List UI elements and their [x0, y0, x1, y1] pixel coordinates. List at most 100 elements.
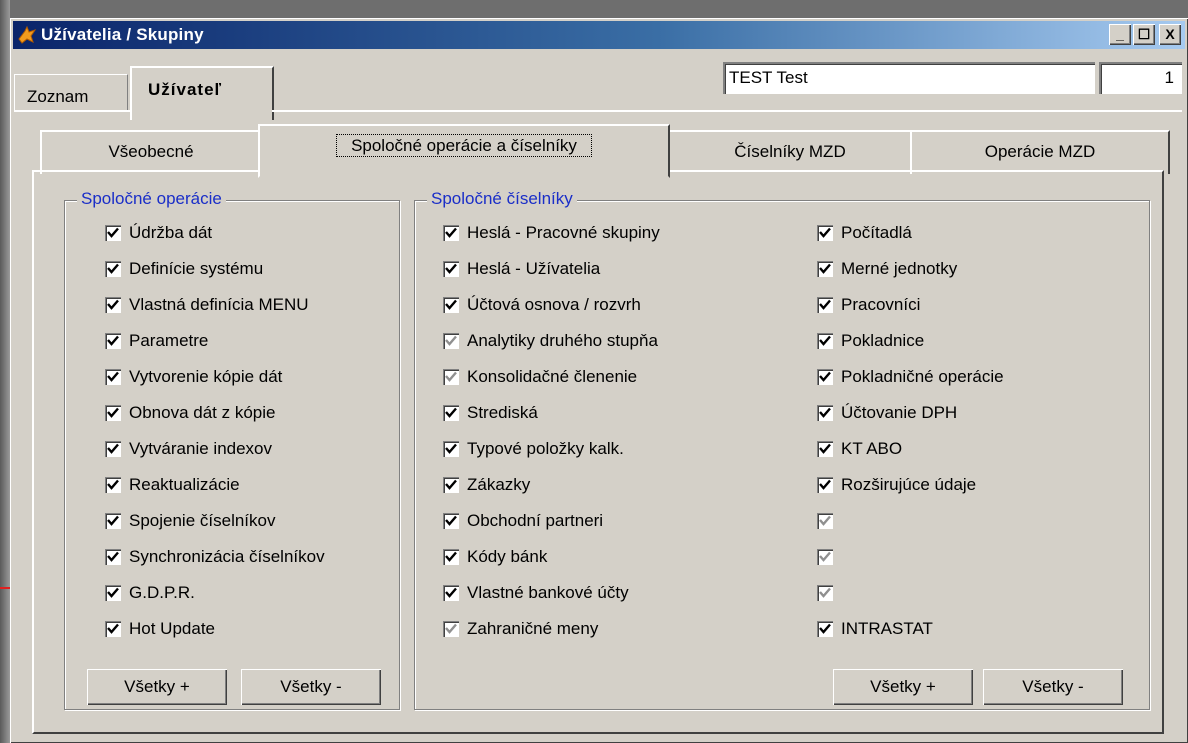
tab-operacie-mzd[interactable]: Operácie MZD	[910, 130, 1170, 174]
checkmark-icon	[819, 551, 831, 562]
checkmark-icon	[819, 515, 831, 526]
tab-spolocne-operacie-ciselniky[interactable]: Spoločné operácie a číselníky	[258, 124, 670, 178]
ciselniky-select-all-button[interactable]: Všetky +	[833, 669, 973, 705]
checkbox-label: Vytváranie indexov	[129, 439, 273, 458]
checkbox[interactable]	[817, 297, 833, 313]
checkmark-icon	[819, 299, 831, 310]
checkbox[interactable]	[443, 549, 459, 565]
checkbox[interactable]	[105, 621, 121, 637]
checkbox-label: Spojenie číselníkov	[129, 511, 276, 530]
checkbox[interactable]	[443, 369, 459, 385]
tab-vseobecne[interactable]: Všeobecné	[40, 130, 262, 174]
tab-ciselniky-mzd-label: Číselníky MZD	[734, 142, 846, 161]
close-button[interactable]: X	[1159, 24, 1181, 45]
tab-uzivatel[interactable]: Užívateľ	[130, 66, 274, 120]
checkmark-icon	[107, 263, 119, 274]
checkbox[interactable]	[817, 477, 833, 493]
checkmark-icon	[445, 371, 457, 382]
checkbox[interactable]	[105, 225, 121, 241]
operacie-select-all-button[interactable]: Všetky +	[87, 669, 227, 705]
checkbox-label: Zákazky	[467, 475, 531, 494]
checkmark-icon	[107, 407, 119, 418]
checkmark-icon	[819, 479, 831, 490]
checkbox[interactable]	[817, 369, 833, 385]
checkbox[interactable]	[105, 369, 121, 385]
checkmark-icon	[107, 335, 119, 346]
tab-operacie-mzd-label: Operácie MZD	[984, 142, 1096, 161]
checkbox-label: Merné jednotky	[841, 259, 958, 278]
minimize-icon: _	[1116, 26, 1124, 42]
checkbox[interactable]	[443, 297, 459, 313]
checkbox[interactable]	[443, 225, 459, 241]
checkmark-icon	[445, 407, 457, 418]
checkbox[interactable]	[443, 585, 459, 601]
checkmark-icon	[107, 371, 119, 382]
checkbox-label: Strediská	[467, 403, 538, 422]
user-number-value: 1	[1164, 68, 1174, 87]
checkmark-icon	[445, 551, 457, 562]
checkbox[interactable]	[817, 225, 833, 241]
checkbox-label: Obnova dát z kópie	[129, 403, 276, 422]
group-spolocne-operacie-title: Spoločné operácie	[77, 189, 226, 209]
checkbox-label: INTRASTAT	[841, 619, 933, 638]
minimize-button[interactable]: _	[1109, 24, 1131, 45]
checkmark-icon	[819, 407, 831, 418]
checkbox-label: Účtová osnova / rozvrh	[467, 295, 641, 314]
user-number-field[interactable]: 1	[1099, 62, 1182, 94]
checkbox[interactable]	[817, 585, 833, 601]
checkbox[interactable]	[443, 405, 459, 421]
checkbox-label: Účtovanie DPH	[841, 403, 958, 422]
checkbox[interactable]	[817, 261, 833, 277]
checkbox[interactable]	[105, 477, 121, 493]
ciselniky-select-all-label: Všetky +	[870, 677, 936, 696]
checkbox-label: Reaktualizácie	[129, 475, 240, 494]
checkmark-icon	[445, 299, 457, 310]
ciselniky-deselect-all-label: Všetky -	[1022, 677, 1084, 696]
checkbox-label: KT ABO	[841, 439, 903, 458]
checkbox-label: Heslá - Pracovné skupiny	[467, 223, 660, 242]
checkbox[interactable]	[817, 513, 833, 529]
checkbox[interactable]	[443, 261, 459, 277]
checkbox-label: Vlastná definícia MENU	[129, 295, 309, 314]
checkbox[interactable]	[443, 441, 459, 457]
checkbox[interactable]	[105, 261, 121, 277]
checkbox[interactable]	[817, 549, 833, 565]
checkbox-label: Pracovníci	[841, 295, 921, 314]
checkbox-label: Analytiky druhého stupňa	[467, 331, 658, 350]
tab-ciselniky-mzd[interactable]: Číselníky MZD	[666, 130, 914, 174]
checkbox[interactable]	[105, 297, 121, 313]
checkbox-label: Konsolidačné členenie	[467, 367, 638, 386]
checkmark-icon	[819, 443, 831, 454]
operacie-select-all-label: Všetky +	[124, 677, 190, 696]
checkbox-label: Pokladničné operácie	[841, 367, 1004, 386]
checkmark-icon	[445, 515, 457, 526]
checkbox-label: G.D.P.R.	[129, 583, 195, 602]
desktop-background	[0, 0, 10, 743]
checkbox[interactable]	[817, 621, 833, 637]
checkbox[interactable]	[443, 477, 459, 493]
checkbox[interactable]	[105, 405, 121, 421]
checkbox[interactable]	[817, 333, 833, 349]
title-bar[interactable]: Užívatelia / Skupiny _ ☐ X	[13, 21, 1185, 49]
checkbox[interactable]	[105, 549, 121, 565]
checkbox[interactable]	[105, 333, 121, 349]
checkbox[interactable]	[105, 513, 121, 529]
checkbox[interactable]	[443, 333, 459, 349]
checkbox-label: Heslá - Užívatelia	[467, 259, 601, 278]
checkmark-icon	[107, 587, 119, 598]
checkmark-icon	[107, 479, 119, 490]
checkmark-icon	[107, 443, 119, 454]
checkbox[interactable]	[105, 441, 121, 457]
checkbox[interactable]	[443, 621, 459, 637]
tab-uzivatel-label: Užívateľ	[148, 80, 223, 99]
checkbox[interactable]	[817, 441, 833, 457]
operacie-deselect-all-button[interactable]: Všetky -	[241, 669, 381, 705]
user-name-field[interactable]: TEST Test	[723, 62, 1095, 94]
maximize-button[interactable]: ☐	[1133, 24, 1155, 45]
checkbox[interactable]	[105, 585, 121, 601]
ciselniky-deselect-all-button[interactable]: Všetky -	[983, 669, 1123, 705]
checkbox[interactable]	[443, 513, 459, 529]
checkmark-icon	[819, 587, 831, 598]
checkbox[interactable]	[817, 405, 833, 421]
tab-zoznam[interactable]: Zoznam	[14, 74, 128, 111]
